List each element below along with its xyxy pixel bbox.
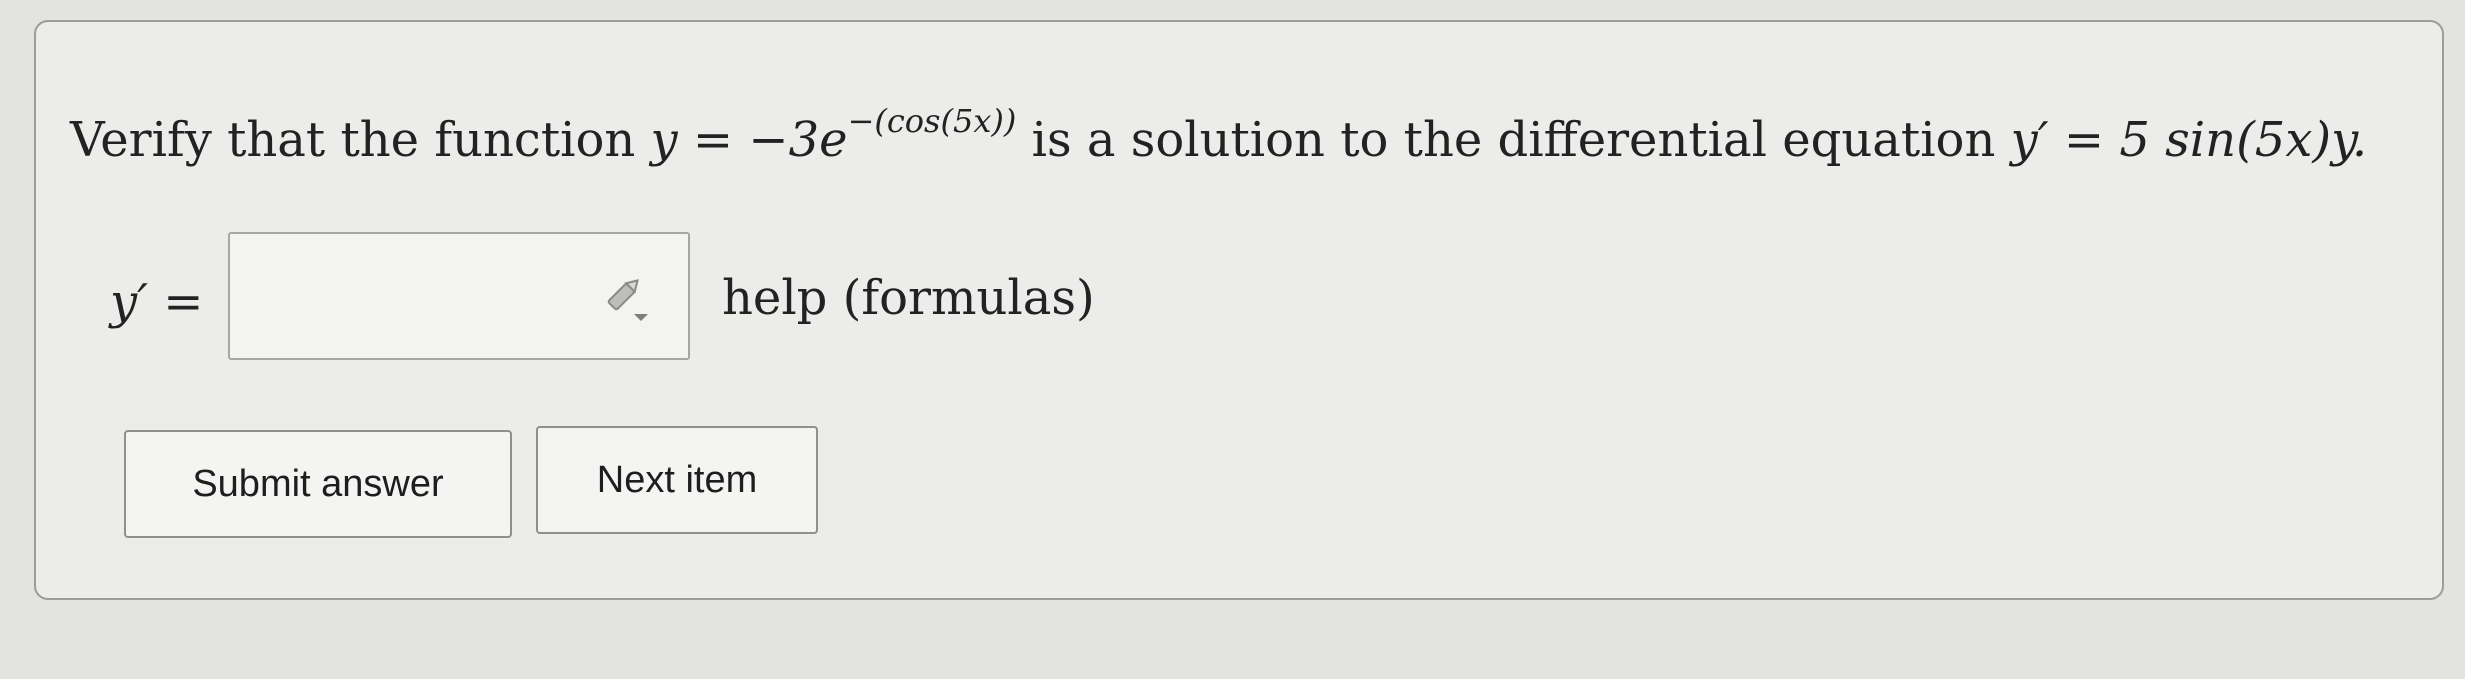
submit-answer-button[interactable]: Submit answer bbox=[124, 430, 512, 538]
function-exponent: −(cos(5x)) bbox=[847, 102, 1017, 140]
function-coefficient: = −3 bbox=[677, 112, 820, 168]
problem-statement: Verify that the function y = −3e−(cos(5x… bbox=[70, 105, 2368, 172]
next-item-button[interactable]: Next item bbox=[536, 426, 818, 534]
function-base: e bbox=[819, 112, 848, 168]
problem-prefix: Verify that the function bbox=[70, 112, 651, 168]
derivative-symbol: y′ bbox=[2010, 112, 2049, 168]
answer-label: y′ = bbox=[110, 274, 204, 330]
help-formulas-link[interactable]: help (formulas) bbox=[722, 266, 1095, 330]
problem-middle: is a solution to the differential equati… bbox=[1016, 112, 2011, 168]
pencil-edit-icon[interactable] bbox=[600, 272, 654, 326]
answer-input[interactable] bbox=[240, 264, 584, 330]
answer-input-box[interactable] bbox=[228, 232, 690, 360]
function-y: y bbox=[650, 112, 678, 168]
differential-equation-rhs: = 5 sin(5x)y. bbox=[2048, 112, 2368, 168]
